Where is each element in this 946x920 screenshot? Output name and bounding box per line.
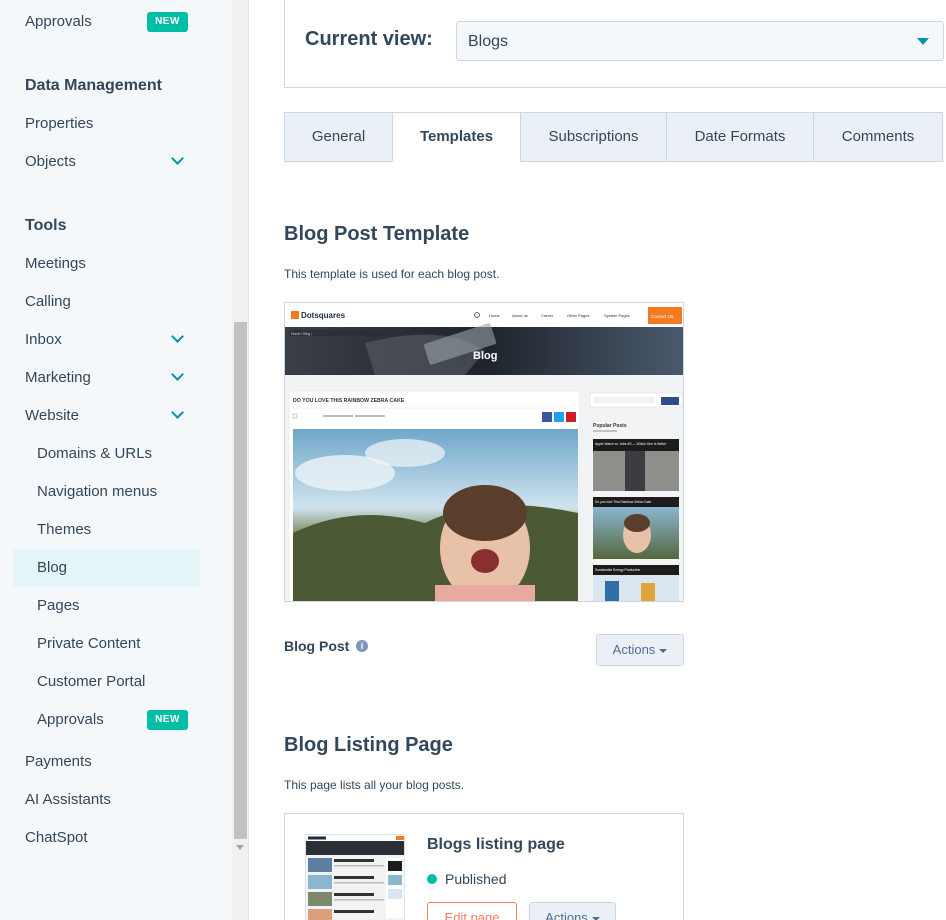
chevron-down-icon[interactable] — [172, 409, 182, 419]
current-view-card: Current view: Blogs — [284, 0, 946, 88]
sidebar-item-inbox[interactable]: Inbox — [25, 330, 62, 350]
caret-down-icon — [917, 38, 929, 45]
tab-general[interactable]: General — [284, 112, 393, 162]
new-badge: NEW — [147, 710, 188, 730]
preview-nav-career: Career — [541, 313, 554, 318]
template-preview-image: Dotsquares Home About us Career Other Pa… — [285, 303, 683, 601]
preview-nav-home: Home — [489, 313, 500, 318]
preview-nav-about: About us — [512, 313, 528, 318]
preview-search-button-icon — [661, 397, 679, 405]
preview-popular-heading: Popular Posts — [593, 423, 627, 429]
sidebar-item-objects[interactable]: Objects — [25, 152, 76, 172]
caret-down-icon — [659, 648, 668, 653]
section-heading-tools: Tools — [25, 217, 67, 234]
pinterest-icon — [566, 412, 576, 422]
sidebar-item-website[interactable]: Website — [25, 406, 79, 426]
sidebar-item-calling[interactable]: Calling — [25, 292, 71, 312]
tab-comments[interactable]: Comments — [813, 112, 943, 162]
preview-nav-system: System Pages — [604, 313, 630, 318]
current-view-label: Current view: — [305, 28, 433, 50]
caret-down-icon — [591, 916, 600, 920]
tab-date-formats[interactable]: Date Formats — [666, 112, 814, 162]
sidebar-item-approvals[interactable]: Approvals — [25, 12, 92, 32]
new-badge: NEW — [147, 12, 188, 32]
tab-templates[interactable]: Templates — [392, 112, 521, 162]
sidebar-item-blog[interactable]: Blog — [37, 558, 67, 578]
current-view-value: Blogs — [468, 33, 509, 50]
sidebar-item-ai-assistants[interactable]: AI Assistants — [25, 790, 111, 810]
current-view-select[interactable]: Blogs — [456, 21, 944, 61]
blog-post-template-title: Blog Post Template — [284, 223, 470, 245]
preview-popular-2: Do you love This Rainbow Zebra Cake — [595, 500, 652, 504]
chevron-down-icon[interactable] — [172, 155, 182, 165]
sidebar-item-approvals-sub[interactable]: Approvals — [37, 710, 104, 730]
sidebar-item-properties[interactable]: Properties — [25, 114, 93, 134]
blog-listing-page-description: This page lists all your blog posts. — [284, 778, 465, 792]
actions-label: Actions — [612, 642, 656, 657]
scroll-down-arrow-icon[interactable] — [236, 845, 244, 850]
sidebar-item-customer-portal[interactable]: Customer Portal — [37, 672, 145, 692]
blog-post-label: Blog Post — [284, 638, 350, 654]
actions-label: Actions — [545, 910, 588, 920]
blog-post-template-preview[interactable]: Dotsquares Home About us Career Other Pa… — [284, 302, 684, 602]
sidebar-item-pages[interactable]: Pages — [37, 596, 80, 616]
sidebar-item-domains-urls[interactable]: Domains & URLs — [37, 444, 152, 464]
preview-nav-other: Other Pages — [567, 313, 589, 318]
published-status-dot-icon — [427, 874, 437, 884]
sidebar-item-private-content[interactable]: Private Content — [37, 634, 140, 654]
sidebar: Approvals NEW Data Management Properties… — [0, 0, 232, 920]
tab-subscriptions[interactable]: Subscriptions — [520, 112, 667, 162]
scrollbar-thumb[interactable] — [234, 322, 247, 839]
sidebar-item-meetings[interactable]: Meetings — [25, 254, 86, 274]
info-icon[interactable]: i — [356, 640, 368, 652]
preview-cta: Contact Us — [651, 314, 674, 319]
preview-hero-title: Blog — [473, 350, 497, 362]
preview-post-title: DO YOU LOVE THIS RAINBOW ZEBRA CAKE — [293, 398, 405, 404]
listing-actions-button[interactable]: Actions — [529, 902, 616, 920]
brand-logo-icon — [291, 311, 299, 319]
preview-brand: Dotsquares — [301, 311, 346, 320]
sidebar-item-chatspot[interactable]: ChatSpot — [25, 828, 88, 848]
preview-popular-3: Sustainable Energy Production — [595, 568, 640, 572]
chevron-down-icon[interactable] — [172, 371, 182, 381]
section-heading-data-management: Data Management — [25, 77, 162, 94]
sidebar-item-themes[interactable]: Themes — [37, 520, 91, 540]
status-badge: Published — [445, 871, 507, 887]
sidebar-item-payments[interactable]: Payments — [25, 752, 92, 772]
main-content: Current view: Blogs General Templates Su… — [250, 0, 946, 920]
listing-page-title[interactable]: Blogs listing page — [427, 836, 565, 854]
listing-thumbnail-image — [306, 835, 404, 920]
blog-post-template-description: This template is used for each blog post… — [284, 267, 500, 281]
sidebar-item-navigation-menus[interactable]: Navigation menus — [37, 482, 157, 502]
listing-page-thumbnail[interactable] — [305, 834, 405, 920]
blog-listing-card: Blogs listing page Published Edit page A… — [284, 813, 684, 920]
blog-post-actions-button[interactable]: Actions — [596, 634, 684, 666]
preview-breadcrumb: Home / Blog / — [291, 332, 312, 336]
preview-popular-1: Apple Watch vs. Jobs 6S — Which One Is B… — [595, 442, 667, 446]
facebook-icon — [542, 412, 552, 422]
edit-page-button[interactable]: Edit page — [427, 902, 517, 920]
sidebar-item-marketing[interactable]: Marketing — [25, 368, 91, 388]
blog-listing-page-title: Blog Listing Page — [284, 734, 453, 756]
twitter-icon — [554, 412, 564, 422]
chevron-down-icon[interactable] — [172, 333, 182, 343]
